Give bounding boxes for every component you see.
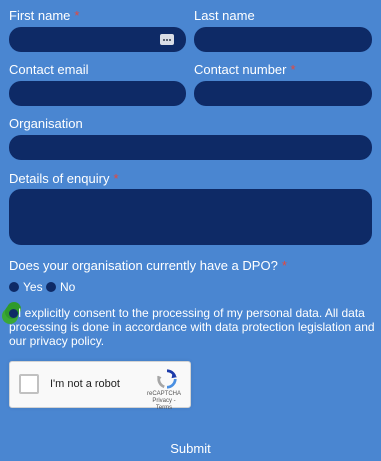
first-name-label: First name * (9, 8, 80, 23)
required-asterisk: * (290, 62, 296, 77)
autofill-key-icon[interactable] (160, 34, 174, 45)
recaptcha-logo-icon (156, 369, 178, 389)
dpo-yes-radio[interactable] (9, 282, 19, 292)
recaptcha-links[interactable]: Privacy - Terms (144, 398, 184, 412)
contact-email-input[interactable] (9, 81, 186, 106)
dpo-no-radio[interactable] (46, 282, 56, 292)
required-asterisk: * (74, 8, 80, 23)
recaptcha-widget: I'm not a robot reCAPTCHA Privacy - Term… (9, 361, 191, 411)
required-asterisk: * (113, 171, 119, 186)
organisation-input[interactable] (9, 135, 372, 160)
details-label: Details of enquiry * (9, 171, 119, 186)
required-asterisk: * (281, 258, 287, 273)
contact-number-label: Contact number * (194, 62, 296, 77)
contact-email-label: Contact email (9, 62, 89, 77)
consent-text: I explicitly consent to the processing o… (9, 306, 375, 348)
recaptcha-brand: reCAPTCHA Privacy - Terms (144, 391, 184, 412)
last-name-input[interactable] (194, 27, 372, 52)
dpo-question-label: Does your organisation currently have a … (9, 258, 287, 273)
contact-number-input[interactable] (194, 81, 372, 106)
first-name-input[interactable] (9, 27, 186, 52)
organisation-label: Organisation (9, 116, 83, 131)
recaptcha-checkbox[interactable] (19, 374, 39, 394)
dpo-no-option[interactable]: No (46, 280, 75, 294)
last-name-label: Last name (194, 8, 255, 23)
submit-button[interactable]: Submit (0, 441, 381, 456)
recaptcha-label: I'm not a robot (50, 378, 120, 390)
dpo-yes-option[interactable]: Yes (9, 280, 43, 294)
details-textarea[interactable] (9, 189, 372, 245)
